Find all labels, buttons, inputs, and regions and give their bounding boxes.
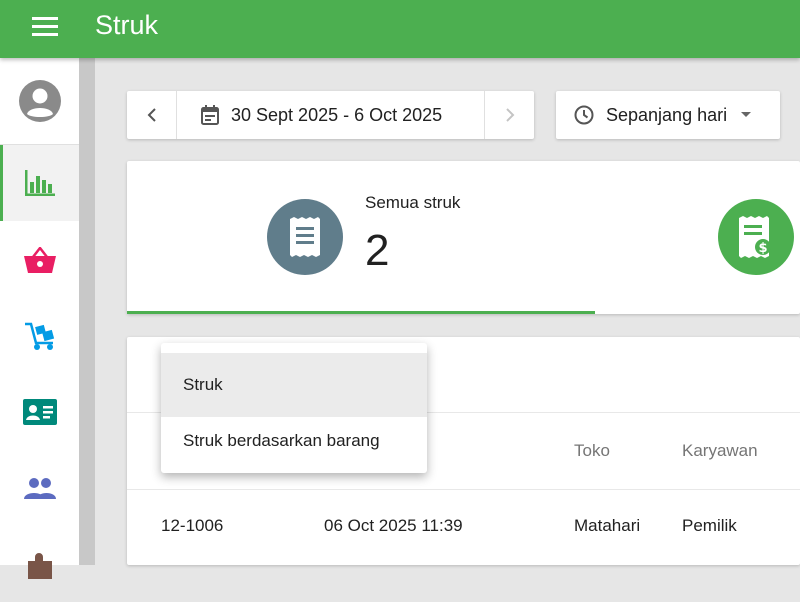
next-period-button[interactable] [484, 91, 534, 139]
sidebar-item-employees[interactable] [0, 374, 79, 450]
receipt-store: Matahari [574, 516, 641, 535]
date-range-picker: 30 Sept 2025 - 6 Oct 2025 [127, 91, 534, 139]
basket-icon [23, 247, 56, 273]
all-receipts-label: Semua struk [365, 193, 461, 212]
sidebar [0, 58, 79, 579]
puzzle-icon [27, 553, 52, 579]
sidebar-border [79, 58, 95, 565]
receipt-dollar-icon: $ [739, 216, 771, 258]
account-circle-icon [18, 80, 61, 122]
caret-down-icon [741, 112, 752, 117]
summary-card: Semua struk 2 $ [127, 161, 800, 314]
sidebar-item-integrations[interactable] [0, 526, 79, 602]
receipt-icon [290, 217, 320, 257]
chevron-left-icon [147, 108, 156, 122]
id-card-icon [22, 399, 57, 425]
table-divider [127, 489, 800, 490]
date-range-text: 30 Sept 2025 - 6 Oct 2025 [231, 104, 443, 125]
menu-item-receipts-by-item[interactable]: Struk berdasarkan barang [161, 409, 427, 473]
column-header-store[interactable]: Toko [574, 441, 610, 461]
menu-icon [32, 17, 58, 36]
sidebar-item-customers[interactable] [0, 450, 79, 526]
date-range-button[interactable]: 30 Sept 2025 - 6 Oct 2025 [177, 91, 484, 139]
people-icon [23, 478, 56, 499]
all-receipts-badge [267, 199, 343, 275]
previous-period-button[interactable] [127, 91, 177, 139]
time-filter-dropdown[interactable]: Sepanjang hari [556, 91, 780, 139]
avatar[interactable] [0, 58, 79, 144]
cart-icon [24, 322, 54, 350]
page-title: Struk [95, 10, 159, 40]
calendar-icon [201, 105, 219, 125]
chevron-right-icon [505, 108, 514, 122]
clock-icon [574, 105, 594, 125]
active-tab-indicator [127, 311, 595, 314]
svg-text:$: $ [758, 241, 767, 256]
time-filter-label: Sepanjang hari [606, 104, 728, 125]
all-receipts-value: 2 [365, 226, 390, 275]
column-header-employee[interactable]: Karyawan [682, 441, 758, 461]
sidebar-item-items[interactable] [0, 222, 79, 298]
sidebar-item-reports[interactable] [0, 145, 79, 221]
sales-receipts-badge: $ [718, 199, 794, 275]
menu-button[interactable] [22, 10, 68, 42]
app-bar: Struk [0, 0, 800, 58]
report-type-menu: Struk Struk berdasarkan barang [161, 343, 427, 473]
receipt-employee: Pemilik [682, 516, 737, 535]
bar-chart-icon [24, 170, 55, 196]
receipt-number: 12-1006 [161, 516, 224, 535]
sidebar-item-inventory[interactable] [0, 298, 79, 374]
receipt-date: 06 Oct 2025 11:39 [324, 516, 463, 535]
menu-item-receipts[interactable]: Struk [161, 353, 427, 417]
